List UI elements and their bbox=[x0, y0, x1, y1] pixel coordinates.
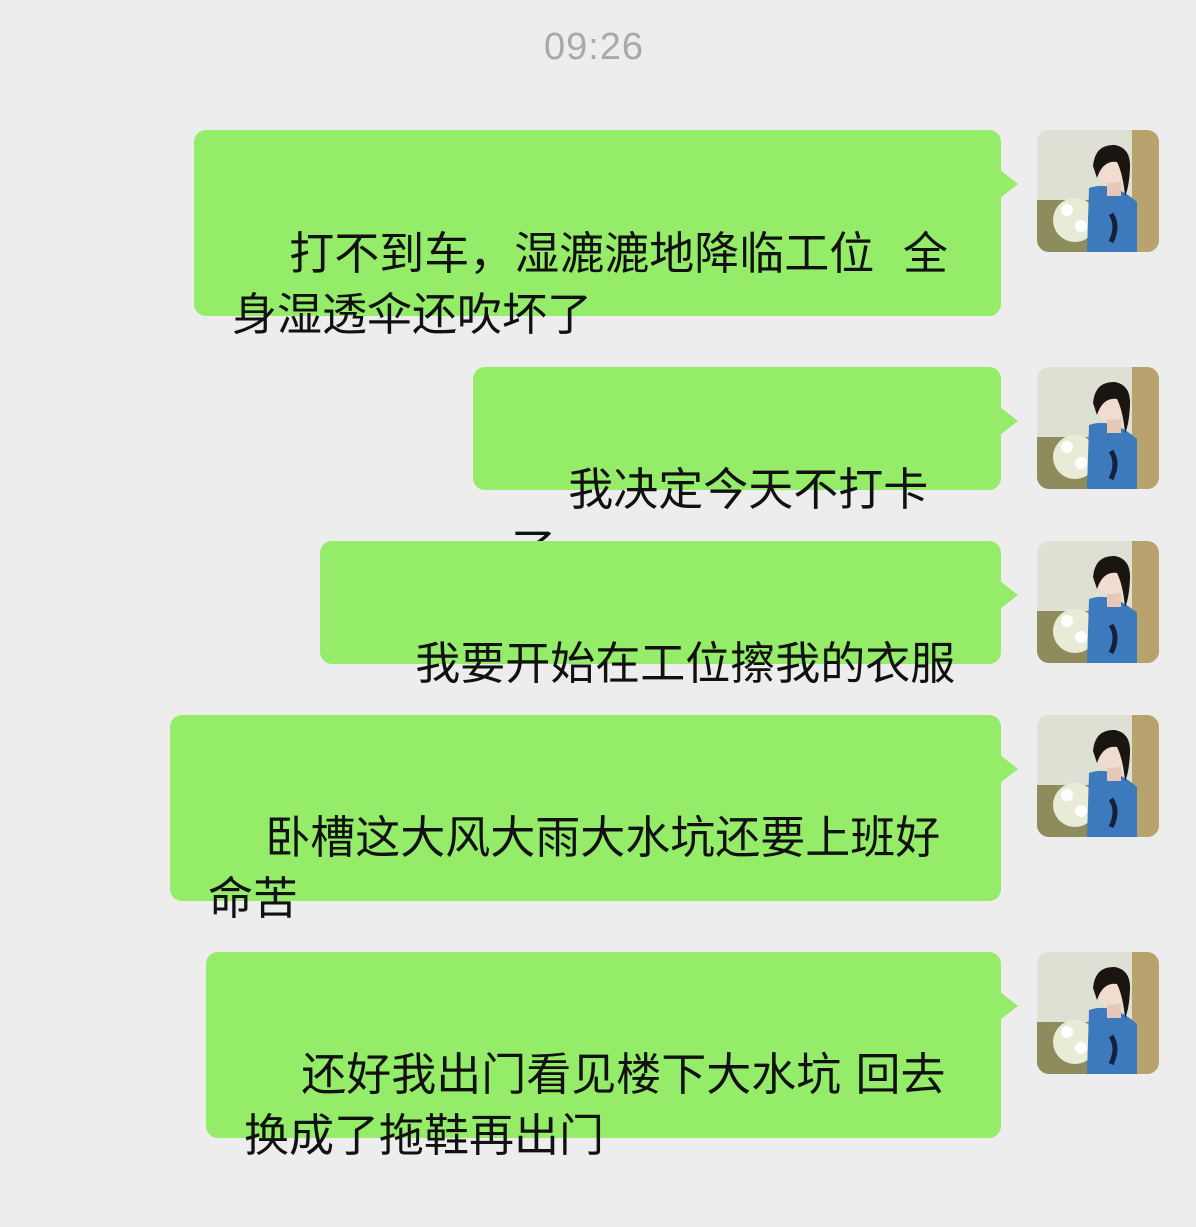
message-bubble-5[interactable]: 还好我出门看见楼下大水坑 回去换成了拖鞋再出门 bbox=[206, 952, 1018, 1162]
message-text-5: 还好我出门看见楼下大水坑 回去换成了拖鞋再出门 bbox=[244, 1048, 946, 1162]
avatar-photo-icon bbox=[1037, 130, 1159, 252]
message-bubble-2[interactable]: 我决定今天不打卡了 bbox=[473, 367, 1018, 577]
message-bubble-3[interactable]: 我要开始在工位擦我的衣服 bbox=[320, 541, 1018, 690]
avatar-photo-icon bbox=[1037, 715, 1159, 837]
avatar[interactable] bbox=[1037, 130, 1159, 252]
message-bubble-1[interactable]: 打不到车，湿漉漉地降临工位 全身湿透伞还吹坏了 bbox=[194, 130, 1018, 341]
message-text-1: 打不到车，湿漉漉地降临工位 全身湿透伞还吹坏了 bbox=[232, 227, 948, 341]
message-bubble-4[interactable]: 卧槽这大风大雨大水坑还要上班好命苦 bbox=[170, 715, 1018, 925]
avatar[interactable] bbox=[1037, 367, 1159, 489]
avatar[interactable] bbox=[1037, 715, 1159, 837]
message-text-4: 卧槽这大风大雨大水坑还要上班好命苦 bbox=[208, 811, 941, 925]
avatar-photo-icon bbox=[1037, 541, 1159, 663]
avatar-photo-icon bbox=[1037, 952, 1159, 1074]
avatar[interactable] bbox=[1037, 541, 1159, 663]
avatar-photo-icon bbox=[1037, 367, 1159, 489]
message-text-3: 我要开始在工位擦我的衣服 bbox=[415, 637, 956, 690]
message-timestamp: 09:26 bbox=[543, 26, 645, 68]
avatar[interactable] bbox=[1037, 952, 1159, 1074]
